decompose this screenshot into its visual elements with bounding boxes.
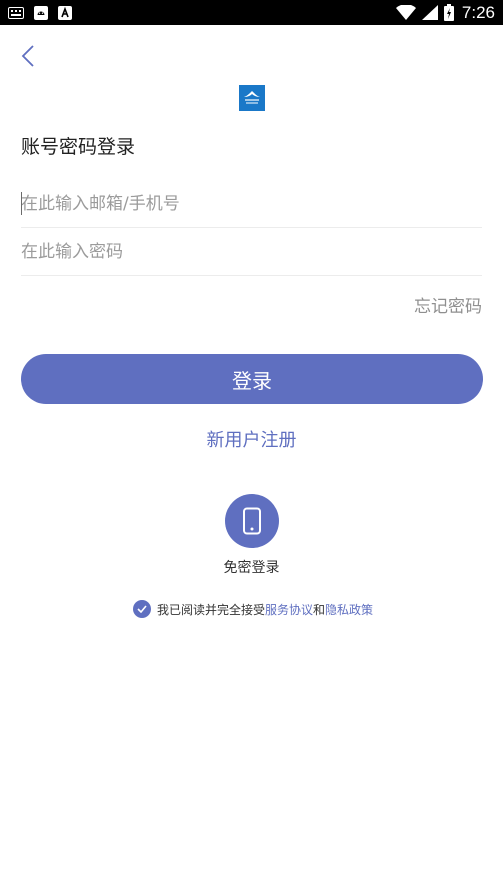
wifi-icon	[395, 5, 416, 20]
service-agreement-link[interactable]: 服务协议	[265, 601, 313, 618]
forgot-password-link[interactable]: 忘记密码	[414, 292, 482, 317]
email-field-container	[21, 180, 482, 228]
signal-icon	[421, 5, 438, 20]
page-title: 账号密码登录	[21, 136, 136, 158]
register-link[interactable]: 新用户注册	[0, 426, 503, 452]
status-time: 7:26	[461, 2, 495, 22]
back-button[interactable]	[14, 42, 42, 70]
agreement-conjunction: 和	[313, 602, 326, 617]
agreement-checkbox[interactable]	[133, 600, 151, 618]
quick-login-label: 免密登录	[223, 560, 280, 576]
a-letter-icon	[58, 5, 72, 20]
chevron-left-icon	[21, 45, 34, 67]
app-logo	[239, 85, 265, 111]
app-logo-icon	[239, 85, 265, 111]
battery-icon	[443, 4, 454, 21]
privacy-policy-link[interactable]: 隐私政策	[325, 601, 373, 618]
agreement-row: 我已阅读并完全接受 服务协议 和 隐私政策	[133, 600, 373, 618]
check-icon	[137, 605, 147, 613]
status-right-icons: 7:26	[395, 2, 495, 23]
text-cursor	[21, 192, 22, 215]
status-bar: 7:26	[0, 0, 503, 25]
email-field[interactable]	[21, 180, 482, 227]
quick-login-button[interactable]	[225, 494, 279, 548]
keyboard-icon	[8, 6, 24, 19]
agreement-prefix: 我已阅读并完全接受	[157, 602, 266, 617]
android-notification-icon	[34, 5, 48, 20]
password-field-container	[21, 228, 482, 276]
status-left-icons	[8, 5, 72, 20]
phone-icon	[243, 507, 261, 535]
password-field[interactable]	[21, 228, 482, 275]
login-button[interactable]: 登录	[21, 354, 483, 404]
